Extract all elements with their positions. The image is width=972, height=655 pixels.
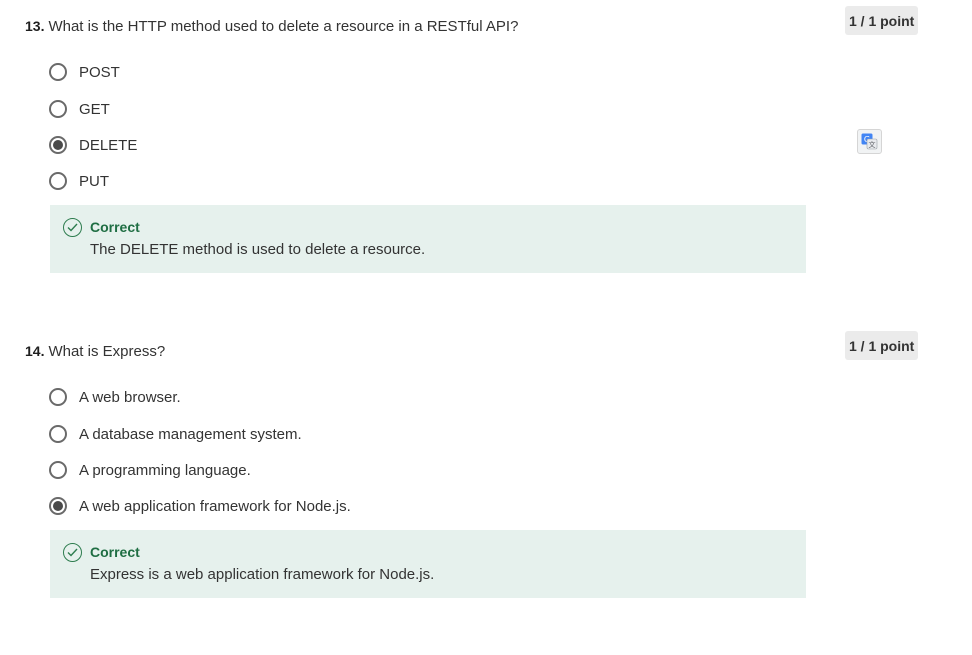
feedback-title: Correct [90, 219, 140, 235]
question-text: What is the HTTP method used to delete a… [48, 18, 519, 35]
option-label: POST [79, 63, 120, 81]
question-header: 14. What is Express? [25, 343, 165, 360]
option-delete[interactable]: DELETE [49, 134, 137, 156]
option-get[interactable]: GET [49, 98, 110, 120]
question-header: 13. What is the HTTP method used to dele… [25, 18, 518, 35]
option-web-browser[interactable]: A web browser. [49, 386, 181, 408]
check-circle-icon [63, 218, 82, 237]
radio-button[interactable] [49, 461, 67, 479]
feedback-text: Express is a web application framework f… [90, 566, 435, 583]
svg-text:文: 文 [869, 140, 876, 149]
feedback-panel: Correct The DELETE method is used to del… [50, 205, 806, 273]
question-number: 14. [25, 343, 45, 359]
option-database[interactable]: A database management system. [49, 423, 302, 445]
question-text: What is Express? [48, 343, 166, 360]
option-label: A web browser. [79, 388, 181, 406]
points-badge: 1 / 1 point [845, 331, 919, 360]
radio-button[interactable] [49, 100, 67, 118]
option-label: PUT [79, 172, 109, 190]
option-post[interactable]: POST [49, 61, 120, 83]
radio-button[interactable] [49, 497, 67, 515]
option-label: A database management system. [79, 425, 302, 443]
check-circle-icon [63, 543, 82, 562]
radio-button[interactable] [49, 172, 67, 190]
option-put[interactable]: PUT [49, 170, 109, 192]
option-programming-language[interactable]: A programming language. [49, 459, 251, 481]
feedback-title: Correct [90, 544, 140, 560]
option-label: A web application framework for Node.js. [79, 497, 351, 515]
option-label: A programming language. [79, 461, 251, 479]
option-web-framework[interactable]: A web application framework for Node.js. [49, 495, 351, 517]
radio-button[interactable] [49, 136, 67, 154]
feedback-text: The DELETE method is used to delete a re… [90, 241, 426, 258]
radio-button[interactable] [49, 388, 67, 406]
option-label: DELETE [79, 136, 138, 154]
google-translate-icon[interactable]: G 文 [857, 129, 882, 154]
radio-button[interactable] [49, 63, 67, 81]
radio-dot [53, 140, 63, 150]
radio-button[interactable] [49, 425, 67, 443]
option-label: GET [79, 100, 110, 118]
radio-dot [53, 501, 63, 511]
question-number: 13. [25, 18, 45, 34]
points-badge: 1 / 1 point [845, 6, 919, 35]
feedback-panel: Correct Express is a web application fra… [50, 530, 806, 598]
